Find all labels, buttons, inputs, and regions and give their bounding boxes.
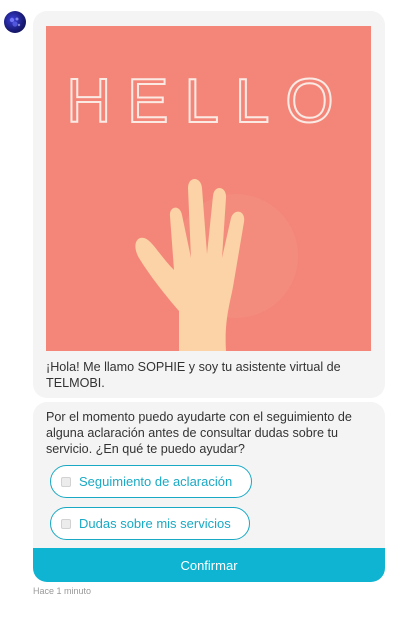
hello-image: HELLO — [46, 26, 371, 351]
option-checkbox[interactable] — [61, 518, 71, 529]
option-seguimiento-aclaracion[interactable]: Seguimiento de aclaración — [50, 465, 252, 498]
option-dudas-servicios[interactable]: Dudas sobre mis servicios — [50, 507, 250, 540]
hello-image-text: HELLO — [66, 67, 349, 136]
bot-question-text: Por el momento puedo ayudarte con el seg… — [46, 410, 352, 456]
bot-greeting-text: ¡Hola! Me llamo SOPHIE y soy tu asistent… — [46, 360, 341, 390]
option-label: Seguimiento de aclaración — [79, 474, 233, 489]
bot-avatar-icon — [4, 11, 26, 33]
option-label: Dudas sobre mis servicios — [79, 516, 231, 531]
confirm-button[interactable]: Confirmar — [33, 548, 385, 582]
message-timestamp: Hace 1 minuto — [33, 586, 92, 596]
option-checkbox[interactable] — [61, 476, 71, 487]
